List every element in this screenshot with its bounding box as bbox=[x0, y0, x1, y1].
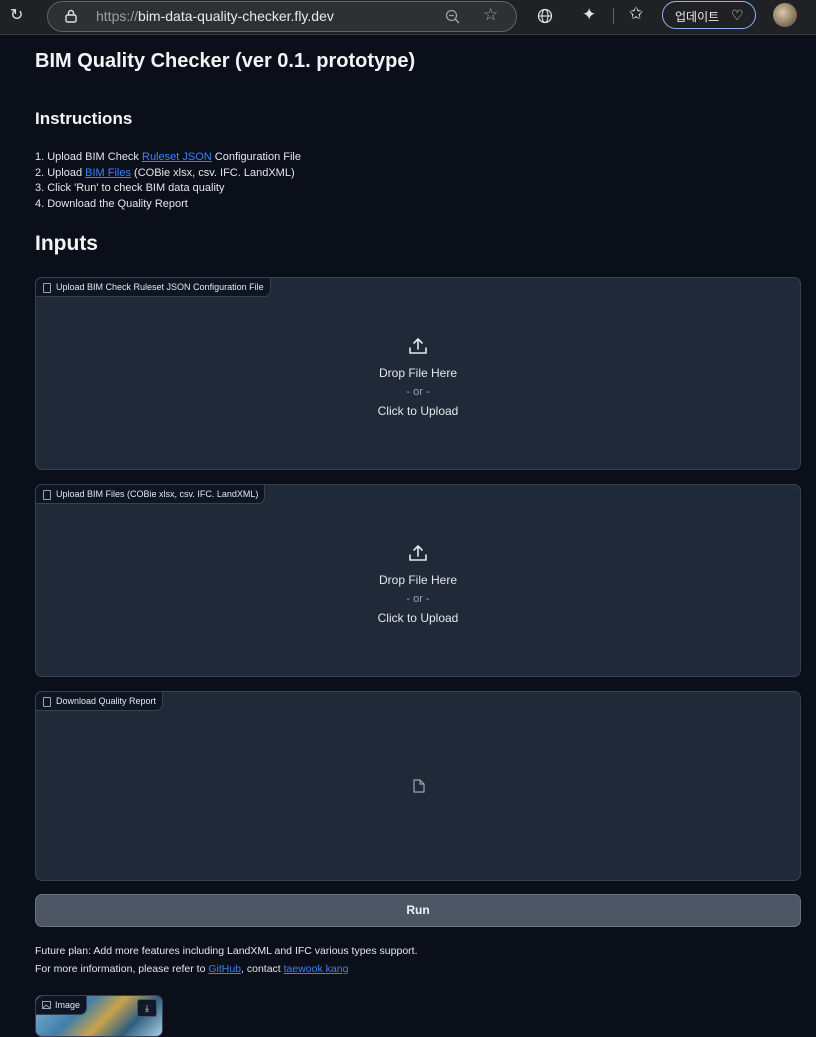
url-protocol: https:// bbox=[96, 8, 139, 24]
browser-toolbar: ↻ https://bim-data-quality-checker.fly.d… bbox=[0, 0, 816, 35]
instruction-text: Configuration File bbox=[211, 151, 301, 163]
or-text: - or - bbox=[406, 386, 430, 398]
more-info-prefix: For more information, please refer to bbox=[35, 963, 209, 975]
drop-file-text: Drop File Here bbox=[378, 366, 458, 380]
bim-files-upload-dropzone[interactable]: Upload BIM Files (COBie xlsx, csv. IFC. … bbox=[35, 484, 801, 677]
file-icon bbox=[43, 697, 51, 707]
reload-icon[interactable]: ↻ bbox=[10, 8, 23, 24]
ruleset-drop-area[interactable]: Drop File Here - or - Click to Upload bbox=[36, 336, 800, 418]
download-report-label: Download Quality Report bbox=[35, 691, 164, 711]
heart-pulse-icon: ♡ bbox=[731, 7, 744, 23]
address-bar[interactable]: https://bim-data-quality-checker.fly.dev… bbox=[47, 1, 517, 32]
contact-prefix: , contact bbox=[241, 963, 284, 975]
instruction-item-4: 4. Download the Quality Report bbox=[35, 198, 188, 211]
ruleset-json-link[interactable]: Ruleset JSON bbox=[142, 151, 212, 163]
bim-files-upload-label: Upload BIM Files (COBie xlsx, csv. IFC. … bbox=[35, 484, 266, 504]
github-link[interactable]: GitHub bbox=[208, 963, 241, 975]
image-icon bbox=[42, 1001, 51, 1009]
inputs-heading: Inputs bbox=[35, 232, 98, 255]
instruction-text: (COBie xlsx, csv. IFC. LandXML) bbox=[131, 166, 295, 179]
drop-file-text: Drop File Here bbox=[378, 573, 458, 587]
instruction-item-2: 2. Upload BIM Files (COBie xlsx, csv. IF… bbox=[35, 166, 301, 182]
update-button-label: 업데이트 bbox=[675, 10, 720, 24]
download-icon[interactable]: ⤓ bbox=[137, 999, 157, 1017]
click-to-upload-text: Click to Upload bbox=[377, 611, 459, 625]
empty-file-icon bbox=[413, 779, 425, 793]
toolbar-divider bbox=[613, 8, 614, 24]
or-text: - or - bbox=[406, 593, 430, 605]
instructions-heading: Instructions bbox=[35, 109, 133, 128]
ruleset-upload-label: Upload BIM Check Ruleset JSON Configurat… bbox=[35, 277, 271, 297]
footer-text: Future plan: Add more features including… bbox=[35, 942, 418, 978]
url-host: bim-data-quality-checker.fly.dev bbox=[138, 8, 334, 24]
profile-avatar[interactable] bbox=[773, 3, 797, 27]
more-info-text: For more information, please refer to Gi… bbox=[35, 960, 418, 978]
ruleset-upload-label-text: Upload BIM Check Ruleset JSON Configurat… bbox=[56, 282, 264, 292]
page-title: BIM Quality Checker (ver 0.1. prototype) bbox=[35, 50, 416, 72]
file-icon bbox=[43, 283, 51, 293]
image-panel: Image ⤓ bbox=[35, 995, 163, 1037]
star-icon[interactable]: ☆ bbox=[483, 6, 498, 23]
file-icon bbox=[43, 490, 51, 500]
run-button[interactable]: Run bbox=[35, 894, 801, 927]
upload-icon bbox=[409, 338, 427, 354]
image-label-text: Image bbox=[55, 1000, 81, 1010]
instruction-item-1: 1. Upload BIM Check Ruleset JSON Configu… bbox=[35, 150, 301, 166]
future-plan-text: Future plan: Add more features including… bbox=[35, 945, 418, 957]
ruleset-upload-dropzone[interactable]: Upload BIM Check Ruleset JSON Configurat… bbox=[35, 277, 801, 470]
download-report-label-text: Download Quality Report bbox=[56, 696, 157, 706]
contact-link[interactable]: taewook kang bbox=[284, 963, 349, 975]
click-to-upload-text: Click to Upload bbox=[377, 404, 459, 418]
bim-files-upload-label-text: Upload BIM Files (COBie xlsx, csv. IFC. … bbox=[56, 489, 259, 499]
lock-icon[interactable] bbox=[65, 9, 77, 23]
favorites-icon[interactable]: ✩ bbox=[629, 5, 643, 22]
bim-files-drop-area[interactable]: Drop File Here - or - Click to Upload bbox=[36, 543, 800, 625]
download-report-panel: Download Quality Report bbox=[35, 691, 801, 881]
instruction-text: 2. Upload bbox=[35, 166, 86, 179]
instruction-item-3: 3. Click 'Run' to check BIM data quality bbox=[35, 182, 225, 195]
instruction-text: 1. Upload BIM Check bbox=[35, 151, 142, 163]
bim-files-link[interactable]: BIM Files bbox=[85, 167, 131, 179]
upload-icon bbox=[409, 545, 427, 561]
url-text: https://bim-data-quality-checker.fly.dev bbox=[96, 8, 334, 24]
image-label: Image bbox=[36, 996, 88, 1015]
globe-icon[interactable] bbox=[537, 8, 553, 24]
zoom-out-icon[interactable] bbox=[445, 9, 461, 25]
instructions-list: 1. Upload BIM Check Ruleset JSON Configu… bbox=[35, 150, 301, 213]
update-button[interactable]: 업데이트 ♡ bbox=[662, 1, 756, 29]
extensions-icon[interactable]: ✦ bbox=[582, 6, 596, 23]
